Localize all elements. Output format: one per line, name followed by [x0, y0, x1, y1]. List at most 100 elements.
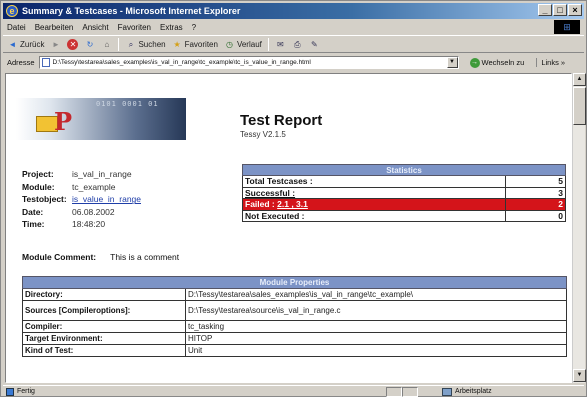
page-viewport[interactable]: 0101 0001 01 P Test Report Tessy V2.1.5 … [5, 73, 572, 383]
stats-total-label: Total Testcases : [242, 175, 506, 188]
address-dropdown-icon[interactable]: ▼ [446, 57, 458, 68]
info-row-project: Project: is_val_in_range [22, 168, 141, 181]
toolbar: ◄ Zurück ► ✕ ↻ ⌂ ⌕ Suchen ★ Favoriten ◷ … [3, 35, 584, 53]
stats-failed-cell: Failed : 2.1 , 3.1 [242, 198, 506, 211]
module-properties-header: Module Properties [22, 276, 567, 289]
info-row-time: Time: 18:48:20 [22, 218, 141, 231]
ie-icon: e [6, 5, 18, 17]
refresh-button[interactable]: ↻ [84, 39, 95, 50]
print-icon: ⎙ [294, 39, 301, 49]
address-bar: Adresse D:\Tessy\testarea\sales_examples… [3, 54, 584, 71]
close-button[interactable]: × [568, 4, 582, 16]
time-label: Time: [22, 219, 45, 230]
favorites-button[interactable]: ★ Favoriten [172, 39, 218, 50]
print-button[interactable]: ⎙ [292, 39, 303, 50]
menu-extras[interactable]: Extras [160, 23, 183, 32]
prop-row-directory: Directory: D:\Tessy\testarea\sales_examp… [22, 288, 567, 301]
menu-bearbeiten[interactable]: Bearbeiten [35, 23, 74, 32]
stats-total-value: 5 [505, 175, 566, 188]
browser-window: e Summary & Testcases - Microsoft Intern… [0, 0, 587, 397]
address-value: D:\Tessy\testarea\sales_examples\is_val_… [52, 59, 311, 66]
prop-row-compiler: Compiler: tc_tasking [22, 320, 567, 333]
page-icon [41, 58, 50, 67]
history-label: Verlauf [236, 39, 262, 49]
statistics-table: Statistics Total Testcases : 5 Successfu… [242, 164, 566, 222]
scroll-up-icon[interactable]: ▲ [573, 73, 586, 86]
mail-icon: ✉ [277, 39, 284, 49]
module-comment-label: Module Comment: [22, 252, 97, 262]
prop-row-kind: Kind of Test: Unit [22, 344, 567, 357]
info-row-testobject: Testobject: is_value_in_range [22, 193, 141, 206]
history-button[interactable]: ◷ Verlauf [224, 39, 262, 50]
maximize-button[interactable]: □ [553, 4, 567, 16]
project-value: is_val_in_range [72, 169, 132, 180]
menu-ansicht[interactable]: Ansicht [82, 23, 108, 32]
stats-successful-value: 3 [505, 186, 566, 199]
go-label: Wechseln zu [481, 58, 525, 67]
go-arrow-icon: → [469, 57, 480, 68]
testobject-link[interactable]: is_value_in_range [72, 194, 141, 204]
refresh-icon: ↻ [86, 39, 94, 49]
date-label: Date: [22, 206, 44, 217]
home-button[interactable]: ⌂ [101, 39, 112, 50]
vertical-scrollbar[interactable]: ▲ ▼ [572, 73, 586, 383]
toolbar-divider [118, 37, 120, 51]
forward-arrow-icon: ► [51, 39, 60, 49]
menu-help[interactable]: ? [192, 23, 196, 32]
info-row-date: Date: 06.08.2002 [22, 206, 141, 219]
back-label: Zurück [20, 39, 45, 49]
report-version: Tessy V2.1.5 [240, 130, 286, 139]
toolbar-divider [267, 37, 269, 51]
stop-icon: ✕ [67, 38, 79, 50]
project-info: Project: is_val_in_range Module: tc_exam… [22, 168, 141, 231]
page-loaded-icon [6, 387, 14, 396]
scroll-thumb[interactable] [573, 87, 586, 125]
computer-icon [442, 387, 452, 396]
stats-row-failed: Failed : 2.1 , 3.1 2 [242, 198, 566, 211]
time-value: 18:48:20 [72, 219, 106, 230]
search-icon: ⌕ [128, 39, 134, 49]
edit-button[interactable]: ✎ [309, 39, 320, 50]
module-comment: Module Comment: This is a comment [22, 252, 179, 262]
scroll-down-icon[interactable]: ▼ [573, 369, 586, 382]
stats-failed-value: 2 [505, 198, 566, 211]
back-arrow-icon: ◄ [8, 39, 17, 49]
statistics-header-row: Statistics [242, 164, 566, 176]
prop-row-target: Target Environment: HITOP [22, 332, 567, 345]
stats-failed-label: Failed : [245, 199, 275, 210]
menu-favoriten[interactable]: Favoriten [118, 23, 151, 32]
minimize-button[interactable]: _ [538, 4, 552, 16]
prop-target-key: Target Environment: [22, 332, 186, 345]
status-text: Fertig [17, 388, 35, 395]
title-bar[interactable]: e Summary & Testcases - Microsoft Intern… [3, 3, 584, 19]
banner-binary: 0101 0001 01 [96, 100, 159, 108]
stats-successful-text[interactable]: Successful : [245, 188, 295, 198]
failed-testcase-links[interactable]: 2.1 , 3.1 [277, 199, 308, 209]
favorites-icon: ★ [173, 39, 181, 49]
mail-button[interactable]: ✉ [275, 39, 286, 50]
stop-button[interactable]: ✕ [67, 38, 79, 50]
back-button[interactable]: ◄ Zurück [7, 39, 45, 50]
prop-compiler-value: tc_tasking [185, 320, 567, 333]
stats-notexec-value: 0 [505, 209, 566, 222]
testobject-label: Testobject: [22, 194, 67, 205]
prop-target-value: HITOP [185, 332, 567, 345]
window-title: Summary & Testcases - Microsoft Internet… [22, 6, 241, 16]
stats-notexec-label: Not Executed : [242, 209, 506, 222]
forward-button[interactable]: ► [50, 39, 61, 50]
prop-row-sources: Sources [Compileroptions]: D:\Tessy\test… [22, 300, 567, 321]
prop-directory-key: Directory: [22, 288, 186, 301]
address-input[interactable]: D:\Tessy\testarea\sales_examples\is_val_… [38, 56, 459, 69]
links-button[interactable]: Links » [536, 58, 565, 67]
module-value: tc_example [72, 181, 116, 192]
status-zone-text: Arbeitsplatz [455, 388, 492, 395]
go-button[interactable]: → Wechseln zu [469, 57, 525, 68]
favorites-label: Favoriten [184, 39, 218, 49]
search-button[interactable]: ⌕ Suchen [125, 39, 166, 50]
tessy-logo-icon: P [54, 107, 73, 136]
info-row-module: Module: tc_example [22, 181, 141, 194]
menu-datei[interactable]: Datei [7, 23, 26, 32]
stats-successful-label: Successful : [242, 186, 506, 199]
project-label: Project: [22, 169, 54, 180]
address-label: Adresse [7, 58, 35, 67]
